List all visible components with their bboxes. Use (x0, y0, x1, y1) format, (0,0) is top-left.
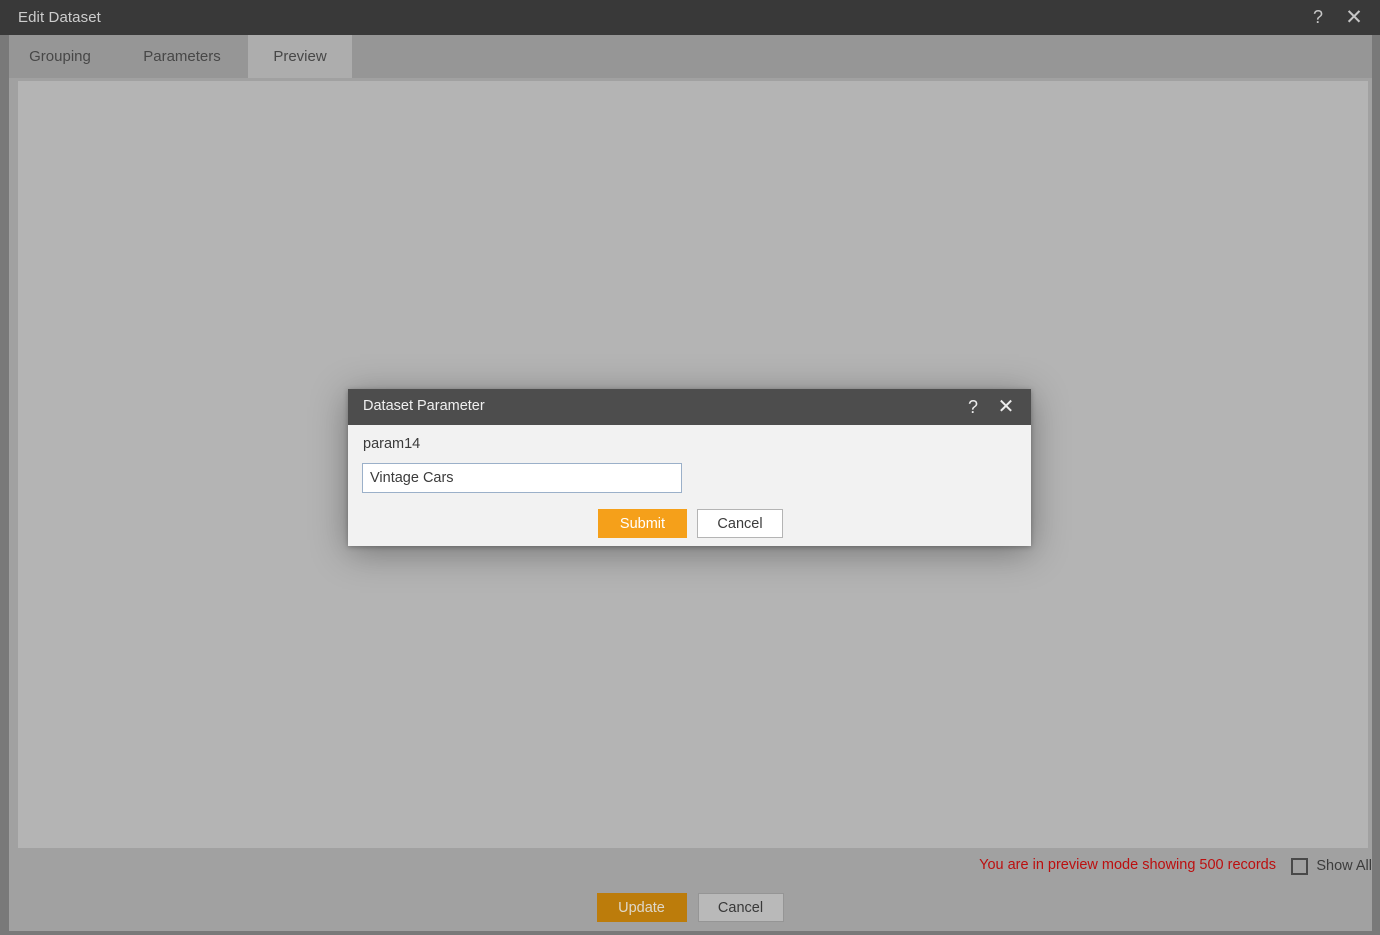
window-frame-right (1372, 35, 1380, 935)
dialog-buttons: Submit Cancel (348, 509, 1031, 539)
window-frame-bottom (0, 931, 1380, 935)
tab-strip: Grouping Parameters Preview (0, 35, 1380, 78)
tab-parameters[interactable]: Parameters (120, 35, 244, 78)
dialog-body: param14 Submit Cancel (348, 425, 1031, 546)
preview-footer: You are in preview mode showing 500 reco… (0, 853, 1380, 883)
parameter-label: param14 (363, 436, 420, 452)
cancel-button[interactable]: Cancel (698, 893, 784, 922)
show-all-toggle[interactable]: Show All (1291, 853, 1372, 879)
submit-button[interactable]: Submit (598, 509, 687, 538)
window-title-bar: Edit Dataset ? ✕ (0, 0, 1380, 35)
edit-dataset-window: Edit Dataset ? ✕ Grouping Parameters Pre… (0, 0, 1380, 935)
dialog-close-icon[interactable]: ✕ (990, 389, 1022, 425)
close-icon[interactable]: ✕ (1336, 0, 1372, 35)
dialog-title-bar: Dataset Parameter ? ✕ (348, 389, 1031, 425)
tab-grouping-label: Grouping (29, 48, 91, 65)
dialog-title: Dataset Parameter (363, 398, 485, 414)
parameter-value-input[interactable] (362, 463, 682, 493)
tab-grouping[interactable]: Grouping (0, 35, 120, 78)
help-icon[interactable]: ? (1300, 0, 1336, 35)
dialog-action-bar: Update Cancel (0, 893, 1380, 935)
show-all-label: Show All (1316, 858, 1372, 874)
preview-mode-message: You are in preview mode showing 500 reco… (979, 857, 1276, 873)
update-button[interactable]: Update (597, 893, 687, 922)
tab-preview[interactable]: Preview (248, 35, 352, 78)
window-frame-left (0, 35, 9, 935)
dialog-help-icon[interactable]: ? (957, 389, 989, 425)
window-title: Edit Dataset (18, 9, 101, 26)
dataset-parameter-dialog: Dataset Parameter ? ✕ param14 Submit Can… (348, 389, 1031, 546)
show-all-checkbox[interactable] (1291, 858, 1308, 875)
dialog-cancel-button[interactable]: Cancel (697, 509, 783, 538)
tab-parameters-label: Parameters (143, 48, 221, 65)
tab-preview-label: Preview (273, 48, 326, 65)
